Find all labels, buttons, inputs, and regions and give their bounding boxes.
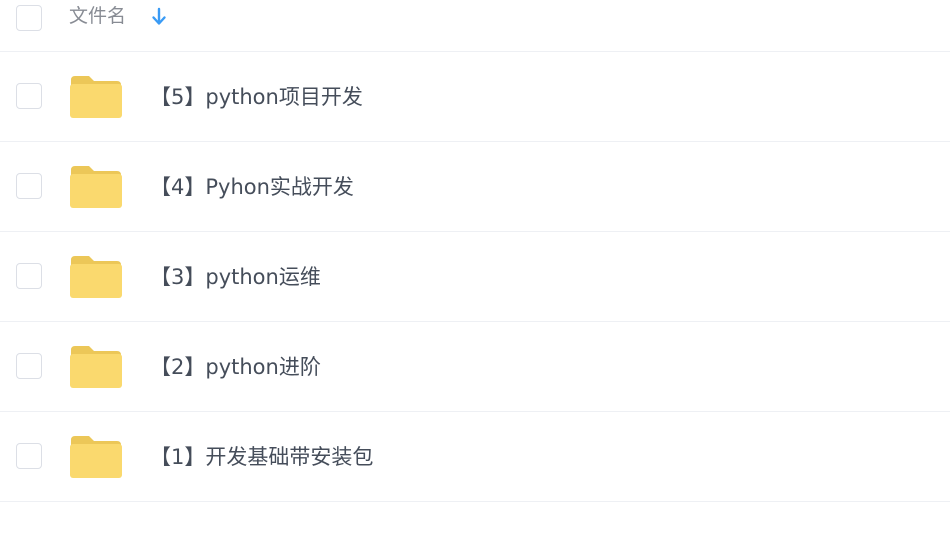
file-name[interactable]: 【2】python进阶	[150, 351, 321, 383]
file-name[interactable]: 【1】开发基础带安装包	[150, 441, 373, 473]
folder-icon	[70, 76, 122, 118]
folder-icon	[70, 256, 122, 298]
row-checkbox[interactable]	[16, 173, 42, 199]
row-checkbox[interactable]	[16, 443, 42, 469]
file-row[interactable]: 【5】python项目开发	[0, 52, 950, 142]
file-name[interactable]: 【3】python运维	[150, 261, 321, 293]
arrow-down-icon[interactable]	[150, 7, 168, 27]
file-name[interactable]: 【4】Pyhon实战开发	[150, 171, 354, 203]
file-row[interactable]: 【2】python进阶	[0, 322, 950, 412]
row-checkbox[interactable]	[16, 263, 42, 289]
row-checkbox[interactable]	[16, 353, 42, 379]
file-list-header: 文件名	[0, 0, 950, 52]
file-row[interactable]: 【4】Pyhon实战开发	[0, 142, 950, 232]
filename-column-header[interactable]: 文件名	[69, 1, 126, 31]
folder-icon	[70, 436, 122, 478]
file-row[interactable]: 【3】python运维	[0, 232, 950, 322]
file-name[interactable]: 【5】python项目开发	[150, 81, 363, 113]
row-checkbox[interactable]	[16, 83, 42, 109]
file-row[interactable]: 【1】开发基础带安装包	[0, 412, 950, 502]
file-list: 文件名 【5】python项目开发 【4】Pyhon实战开发 【3】python…	[0, 0, 950, 502]
select-all-checkbox[interactable]	[16, 5, 42, 31]
folder-icon	[70, 346, 122, 388]
folder-icon	[70, 166, 122, 208]
